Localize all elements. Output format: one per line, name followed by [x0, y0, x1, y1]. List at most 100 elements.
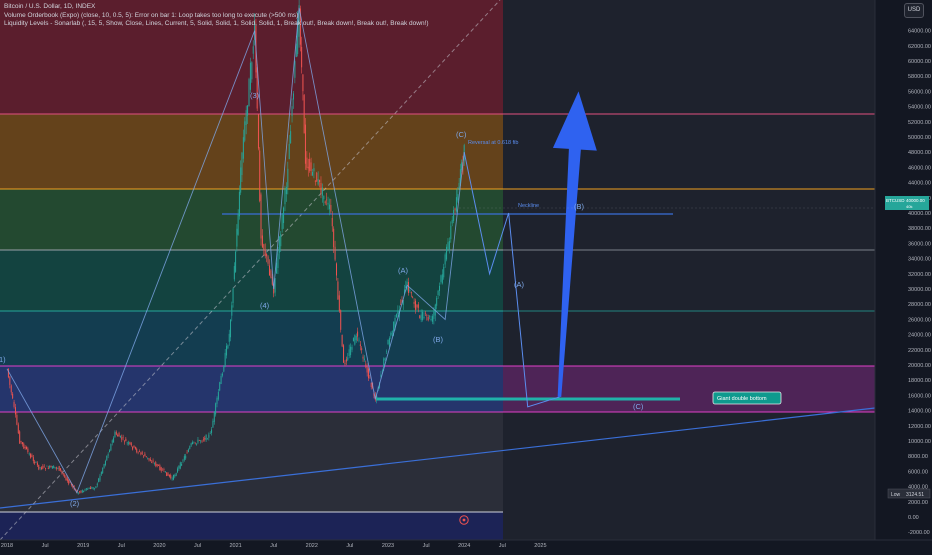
candle-body	[338, 295, 340, 312]
candle-body	[370, 382, 372, 387]
candle-body	[327, 202, 329, 205]
legend-indicator-volume[interactable]: Volume Orderbook (Expo) (close, 10, 0.5,…	[4, 12, 429, 21]
candle-body	[177, 468, 179, 473]
projection-label-A: (A)	[514, 280, 525, 289]
wave-label-B: (B)	[433, 335, 444, 344]
candle-body	[236, 228, 238, 247]
candle-body	[13, 401, 15, 407]
candle-body	[257, 114, 259, 149]
candle-body	[111, 440, 113, 443]
candle-body	[433, 311, 435, 319]
candle-body	[264, 249, 266, 257]
candle-body	[309, 159, 311, 171]
candle-body	[242, 137, 244, 159]
candle-body	[157, 465, 159, 467]
candle-body	[155, 462, 157, 466]
price-axis-tick: 54000.00	[908, 105, 931, 111]
candle-body	[50, 465, 52, 468]
candle-body	[132, 446, 134, 450]
candle-body	[94, 488, 96, 490]
candle-body	[447, 242, 449, 250]
candle-body	[345, 359, 347, 362]
legend-indicator-liquidity[interactable]: Liquidity Levels - Sonarlab (, 15, 5, Sh…	[4, 20, 429, 29]
candle-body	[232, 288, 234, 303]
candle-body	[187, 449, 189, 452]
candle-body	[47, 467, 49, 469]
candle-body	[39, 467, 41, 468]
candle-body	[307, 166, 309, 169]
candle-body	[200, 440, 202, 442]
candle-body	[153, 463, 155, 464]
candle-body	[88, 487, 90, 489]
candle-body	[227, 345, 229, 349]
candle-body	[448, 241, 450, 250]
time-axis-label: Jul	[270, 543, 277, 549]
candle-body	[270, 270, 272, 278]
currency-button[interactable]: USD	[904, 3, 924, 18]
fib-band	[0, 114, 503, 189]
candle-body	[100, 471, 102, 475]
candle-body	[57, 468, 59, 469]
candle-body	[316, 172, 318, 182]
low-label: Low	[891, 492, 901, 498]
candle-body	[193, 441, 195, 443]
candle-body	[302, 74, 304, 92]
candle-body	[334, 246, 336, 260]
time-axis-label: 2022	[306, 543, 318, 549]
candle-body	[178, 465, 180, 469]
candle-body	[337, 281, 339, 300]
candle-body	[137, 452, 139, 453]
candle-body	[196, 444, 198, 445]
candle-body	[436, 298, 438, 306]
candle-body	[251, 62, 253, 80]
price-axis-tick: 26000.00	[908, 317, 931, 323]
candle-body	[361, 348, 363, 350]
candle-body	[278, 236, 280, 253]
candle-body	[110, 444, 112, 451]
candle-body	[259, 150, 261, 201]
candle-body	[89, 487, 91, 490]
time-axis-label: Jul	[42, 543, 49, 549]
candle-body	[267, 256, 269, 264]
candle-body	[181, 463, 183, 466]
candle-body	[431, 316, 433, 322]
candle-body	[354, 334, 356, 345]
candle-body	[419, 315, 421, 319]
candle-body	[363, 358, 365, 360]
candle-body	[171, 478, 173, 480]
candle-body	[320, 182, 322, 194]
chart-area[interactable]: 1) (2) (3) (4) (A) (B) (C) Reversal at 0.618 fi…	[0, 0, 932, 550]
candle-body	[26, 446, 28, 450]
chart-svg[interactable]: 1)(2)(3)(4)(A)(B)(C)Reversal at 0.618 fi…	[0, 0, 932, 550]
candle-body	[306, 157, 308, 168]
fib-band	[0, 189, 503, 250]
candle-body	[208, 434, 210, 438]
candle-body	[217, 392, 219, 400]
candle-body	[12, 393, 14, 399]
legend-symbol[interactable]: Bitcoin / U.S. Dollar, 1D, INDEX	[4, 3, 429, 12]
candle-body	[123, 441, 125, 443]
time-axis-label: 2021	[229, 543, 241, 549]
price-axis-tick: 46000.00	[908, 165, 931, 171]
candle-body	[172, 474, 174, 480]
candle-body	[312, 171, 314, 176]
candle-body	[166, 472, 168, 477]
candle-body	[407, 282, 409, 293]
price-axis-tick: 56000.00	[908, 89, 931, 95]
candle-body	[423, 316, 425, 318]
candle-body	[31, 455, 33, 458]
candle-body	[80, 491, 82, 493]
price-axis-tick: 2000.00	[908, 500, 928, 506]
candle-body	[61, 470, 63, 473]
candle-body	[46, 465, 48, 467]
candle-body	[125, 438, 127, 442]
wave-label-3: (3)	[250, 91, 260, 100]
price-axis-tick: 48000.00	[908, 150, 931, 156]
candle-body	[415, 300, 417, 310]
price-axis-tick: 8000.00	[908, 454, 928, 460]
price-axis-tick: 36000.00	[908, 241, 931, 247]
candle-body	[92, 487, 94, 489]
time-axis-label: 2020	[153, 543, 165, 549]
candle-body	[192, 442, 194, 445]
candle-body	[95, 486, 97, 488]
